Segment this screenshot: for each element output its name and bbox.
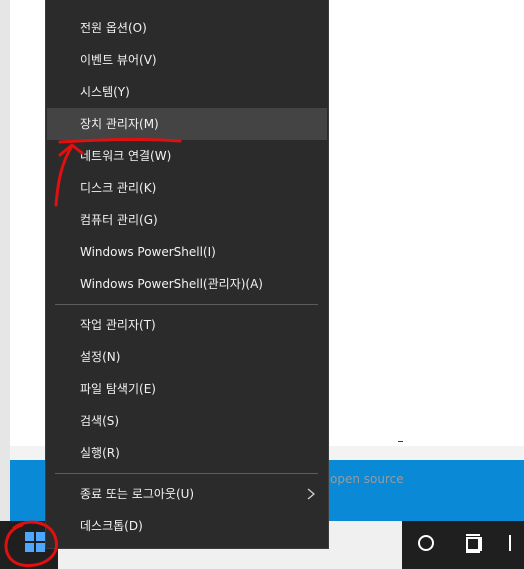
text-cursor-mark [398, 441, 403, 442]
menu-item-file-explorer[interactable]: 파일 탐색기(E) [47, 373, 327, 405]
cortana-circle-icon[interactable] [416, 533, 436, 553]
menu-item-settings[interactable]: 설정(N) [47, 341, 327, 373]
menu-item-disk-management[interactable]: 디스크 관리(K) [47, 172, 327, 204]
task-view-icon[interactable] [462, 533, 484, 555]
menu-item-power-options[interactable]: 전원 옵션(O) [47, 12, 327, 44]
menu-item-desktop[interactable]: 데스크톱(D) [47, 510, 327, 542]
menu-item-shutdown-signout[interactable]: 종료 또는 로그아웃(U) [47, 478, 327, 510]
windows-start-icon[interactable] [25, 532, 45, 552]
menu-separator [55, 304, 318, 305]
menu-item-run[interactable]: 실행(R) [47, 437, 327, 469]
menu-item-event-viewer[interactable]: 이벤트 뷰어(V) [47, 44, 327, 76]
chevron-right-icon [307, 488, 316, 500]
menu-item-computer-management[interactable]: 컴퓨터 관리(G) [47, 204, 327, 236]
menu-item-shutdown-label: 종료 또는 로그아웃(U) [80, 487, 195, 501]
menu-item-device-manager[interactable]: 장치 관리자(M) [47, 108, 327, 140]
menu-item-network-connections[interactable]: 네트워크 연결(W) [47, 140, 327, 172]
menu-item-system[interactable]: 시스템(Y) [47, 76, 327, 108]
menu-separator [55, 473, 318, 474]
taskbar-divider [506, 533, 518, 555]
menu-item-task-manager[interactable]: 작업 관리자(T) [47, 309, 327, 341]
background-footer-text: open source [330, 472, 404, 486]
menu-item-powershell-admin[interactable]: Windows PowerShell(관리자)(A) [47, 268, 327, 300]
menu-item-search[interactable]: 검색(S) [47, 405, 327, 437]
background-window-edge [0, 0, 10, 521]
power-user-menu: 전원 옵션(O) 이벤트 뷰어(V) 시스템(Y) 장치 관리자(M) 네트워크… [45, 0, 329, 549]
menu-item-powershell[interactable]: Windows PowerShell(I) [47, 236, 327, 268]
